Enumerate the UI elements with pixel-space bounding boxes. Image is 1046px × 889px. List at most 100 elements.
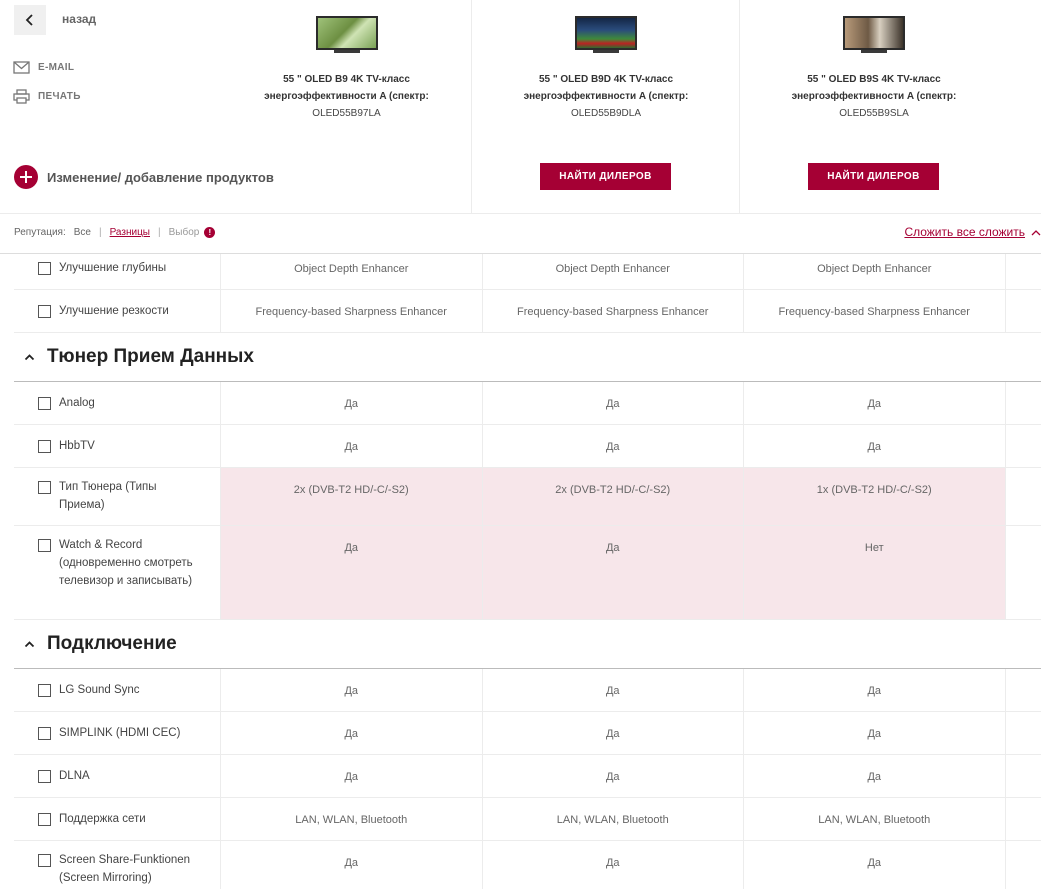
section-header-connectivity: Подключение [14,620,1041,669]
row-value: Да [483,382,744,424]
row-value: Нет [744,526,1006,619]
table-row: Watch & Record (одновременно смотреть те… [14,526,1041,620]
row-checkbox[interactable] [38,727,51,740]
row-label: Watch & Record (одновременно смотреть те… [59,539,193,587]
row-label: Улучшение резкости [59,305,169,317]
filter-bar: Репутация: Все | Разницы | Выбор ! Сложи… [0,213,1041,254]
product-model-2: OLED55B9DLA [570,108,642,119]
table-row: Поддержка сети LAN, WLAN, Bluetooth LAN,… [14,798,1041,841]
section-toggle[interactable] [14,640,44,648]
product-model-3: OLED55B9SLA [839,108,909,119]
back-button[interactable] [14,5,46,35]
row-value: Да [744,712,1006,754]
product-image-3[interactable] [843,16,905,54]
row-label: Поддержка сети [59,813,146,825]
print-link[interactable]: ПЕЧАТЬ [13,89,81,104]
table-row: Screen Share-Funktionen (Screen Mirrorin… [14,841,1041,889]
row-label: DLNA [59,770,90,782]
find-dealers-button-2[interactable]: НАЙТИ ДИЛЕРОВ [540,163,671,190]
table-row: Улучшение глубины Object Depth Enhancer … [14,254,1041,290]
row-checkbox[interactable] [38,397,51,410]
row-checkbox[interactable] [38,813,51,826]
collapse-all-label: Сложить все сложить [904,225,1025,239]
row-value: Да [744,669,1006,711]
row-value: Да [221,841,483,889]
table-row: Улучшение резкости Frequency-based Sharp… [14,290,1041,333]
row-value: LAN, WLAN, Bluetooth [744,798,1006,840]
printer-icon [13,89,30,104]
row-checkbox[interactable] [38,854,51,867]
row-value: Да [744,755,1006,797]
chevron-up-icon [24,354,34,361]
row-checkbox[interactable] [38,684,51,697]
table-row: DLNA Да Да Да [14,755,1041,798]
chevron-up-icon [24,641,34,648]
row-checkbox[interactable] [38,262,51,275]
filter-selection[interactable]: Выбор [169,227,200,238]
row-value: Да [221,712,483,754]
print-label: ПЕЧАТЬ [38,91,81,102]
row-checkbox[interactable] [38,305,51,318]
row-value: Да [221,669,483,711]
row-value: Да [744,425,1006,467]
product-name-1[interactable]: 55 " OLED B9 4K TV-класс энергоэффективн… [237,71,457,105]
table-row: HbbTV Да Да Да [14,425,1041,468]
find-dealers-button-3[interactable]: НАЙТИ ДИЛЕРОВ [808,163,939,190]
row-label: Тип Тюнера (Типы Приема) [59,481,157,511]
product-model-1: OLED55B97LA [312,108,381,119]
row-value: Да [483,755,744,797]
warning-icon[interactable]: ! [204,227,216,238]
row-label: HbbTV [59,440,95,452]
row-checkbox[interactable] [38,770,51,783]
section-title: Подключение [47,633,177,654]
row-label: Screen Share-Funktionen (Screen Mirrorin… [59,854,191,884]
filter-separator: | [158,227,161,238]
filter-label: Репутация: [14,227,66,238]
section-toggle[interactable] [14,353,44,361]
section-header-tuner: Тюнер Прием Данных [14,333,1041,382]
row-value: Да [221,382,483,424]
row-value: Object Depth Enhancer [483,254,744,289]
row-label: Analog [59,397,95,409]
row-checkbox[interactable] [38,539,51,552]
row-value: Object Depth Enhancer [221,254,483,289]
back-label[interactable]: назад [62,12,96,26]
row-value: Да [221,425,483,467]
row-value: Да [744,841,1006,889]
row-value: 2x (DVB-T2 HD/-C/-S2) [221,468,483,525]
row-value: Да [483,712,744,754]
product-column-2: 55 " OLED B9D 4K TV-класс энергоэффектив… [471,0,740,214]
plus-icon [14,165,38,189]
row-label: LG Sound Sync [59,684,140,696]
product-image-1[interactable] [315,16,378,54]
table-row: Тип Тюнера (Типы Приема) 2x (DVB-T2 HD/-… [14,468,1041,526]
row-value: LAN, WLAN, Bluetooth [221,798,483,840]
row-label: Улучшение глубины [59,262,167,274]
section-title: Тюнер Прием Данных [47,346,254,367]
product-column-3: 55 " OLED B9S 4K TV-класс энергоэффектив… [739,0,1008,214]
chevron-left-icon [25,14,33,26]
row-value: Object Depth Enhancer [744,254,1006,289]
envelope-icon [13,61,30,74]
row-checkbox[interactable] [38,440,51,453]
filter-separator: | [98,227,102,238]
product-name-2[interactable]: 55 " OLED B9D 4K TV-класс энергоэффектив… [496,71,716,105]
row-label: SIMPLINK (HDMI CEC) [59,727,181,739]
compare-header: назад E-MAIL ПЕЧАТЬ Изменение/ добавлени… [0,0,1046,214]
filter-differences[interactable]: Разницы [110,227,150,238]
product-image-2[interactable] [575,16,637,54]
row-value: Да [482,526,744,619]
row-value: Да [744,382,1006,424]
spec-table: Улучшение глубины Object Depth Enhancer … [0,254,1046,889]
row-value: Frequency-based Sharpness Enhancer [744,290,1006,332]
row-value: Да [221,755,483,797]
collapse-all-link[interactable]: Сложить все сложить [904,225,1041,239]
row-value: Frequency-based Sharpness Enhancer [483,290,744,332]
email-label: E-MAIL [38,62,75,73]
row-value: Да [221,526,483,619]
row-checkbox[interactable] [38,481,51,494]
email-link[interactable]: E-MAIL [13,61,74,74]
filter-all[interactable]: Все [74,227,91,238]
product-name-3[interactable]: 55 " OLED B9S 4K TV-класс энергоэффектив… [764,71,984,105]
product-column-1: 55 " OLED B9 4K TV-класс энергоэффективн… [221,0,472,214]
